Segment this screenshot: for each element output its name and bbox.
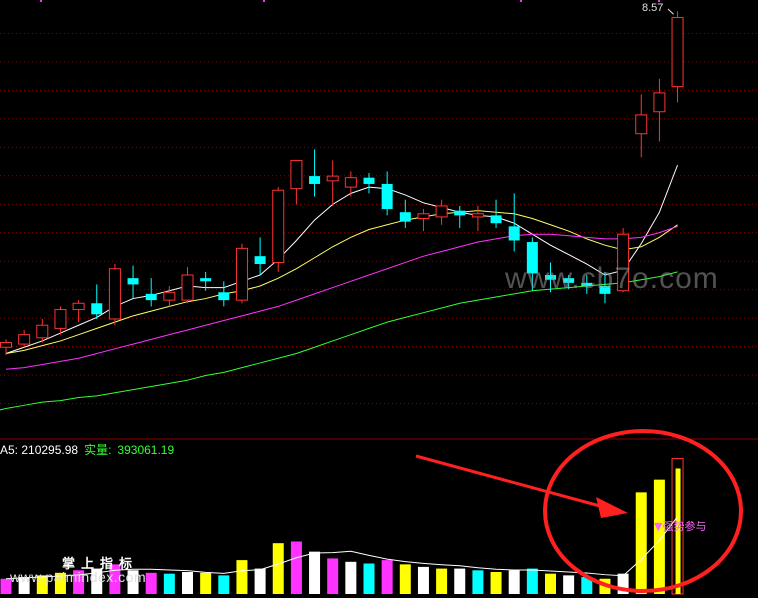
candle-body-down: [91, 303, 103, 315]
volume-bar: [218, 575, 230, 594]
candle-body-up: [163, 291, 176, 301]
volume-actual-value: 393061.19: [117, 443, 175, 457]
volume-bar: [472, 570, 484, 594]
volume-bar: [163, 573, 175, 594]
candle-body-down: [200, 278, 212, 282]
candle-body-down: [363, 177, 375, 184]
watermark-background: www.cb7o.com: [505, 262, 719, 295]
candle-body-up: [235, 247, 248, 301]
volume-bar: [200, 572, 212, 594]
candle-body-up: [18, 334, 31, 345]
chart-canvas: [0, 0, 758, 595]
volume-bar: [363, 563, 375, 594]
candle-body-up: [653, 92, 666, 113]
volume-bar: [309, 551, 321, 594]
volume-bar: [254, 568, 266, 594]
top-tick-mark: [40, 0, 42, 2]
volume-bar: [182, 571, 193, 594]
candle-body-down: [309, 176, 321, 184]
watermark-url: www.palmindex.com: [10, 569, 147, 585]
volume-bar: [653, 479, 665, 594]
volume-bar: [563, 575, 575, 594]
volume-ma5-label: A5: 210295.98: [0, 443, 79, 457]
volume-actual-label: 实量:: [84, 443, 112, 457]
arrow-shaft: [415, 454, 601, 508]
annotation-overlay: [415, 429, 743, 593]
candle-body-up: [72, 302, 85, 311]
candle-body-up: [435, 205, 448, 218]
candle-body-down: [381, 183, 393, 210]
candle-body-down: [145, 293, 157, 301]
volume-bar: [145, 572, 157, 594]
volume-bar: [436, 568, 448, 594]
candle-body-up: [344, 177, 357, 188]
peak-price-label: 8.57: [642, 2, 664, 14]
candlestick-series: [0, 8, 684, 356]
signal-label: ▼强势参与: [654, 520, 707, 533]
candle-body-up: [290, 159, 303, 190]
volume-bar: [381, 560, 393, 594]
top-tick-mark: [263, 0, 265, 2]
volume-bar: [454, 568, 466, 594]
volume-bar: [236, 560, 248, 594]
volume-bar: [399, 564, 411, 594]
candle-body-down: [127, 278, 139, 285]
candle-body-down: [218, 292, 230, 301]
candle-body-down: [508, 226, 520, 241]
candle-body-down: [399, 212, 411, 222]
peak-pointer: [667, 8, 674, 15]
candle-body-down: [454, 210, 466, 216]
volume-legend: A5: 210295.98 实量: 393061.19: [0, 441, 180, 458]
candle-body-up: [417, 213, 430, 219]
candle-body-up: [326, 175, 339, 182]
volume-bar: [508, 570, 520, 594]
volume-bar: [635, 492, 647, 594]
volume-bar: [417, 566, 429, 594]
volume-bar: [545, 573, 556, 594]
candle-body-up: [471, 213, 484, 218]
candle-body-up: [272, 189, 285, 263]
candle-body-up: [181, 274, 194, 301]
volume-bar: [526, 568, 538, 594]
candle-body-up: [36, 324, 49, 339]
candle-body-up: [671, 17, 684, 88]
volume-bar: [327, 558, 339, 594]
candle-body-up: [0, 342, 12, 348]
volume-bar: [490, 571, 502, 594]
candle-body-up: [54, 309, 67, 329]
volume-bar: [345, 561, 357, 594]
ma20-line: [5, 225, 678, 370]
volume-bar: [290, 541, 302, 594]
candle-body-down: [254, 256, 266, 265]
arrow-head: [596, 497, 628, 518]
candle-body-up: [635, 114, 648, 135]
candle-body-down: [490, 215, 502, 224]
price-gridlines: [0, 0, 758, 405]
candle-body-up: [108, 268, 121, 320]
volume-bar: [272, 543, 284, 594]
top-tick-mark: [520, 0, 522, 2]
